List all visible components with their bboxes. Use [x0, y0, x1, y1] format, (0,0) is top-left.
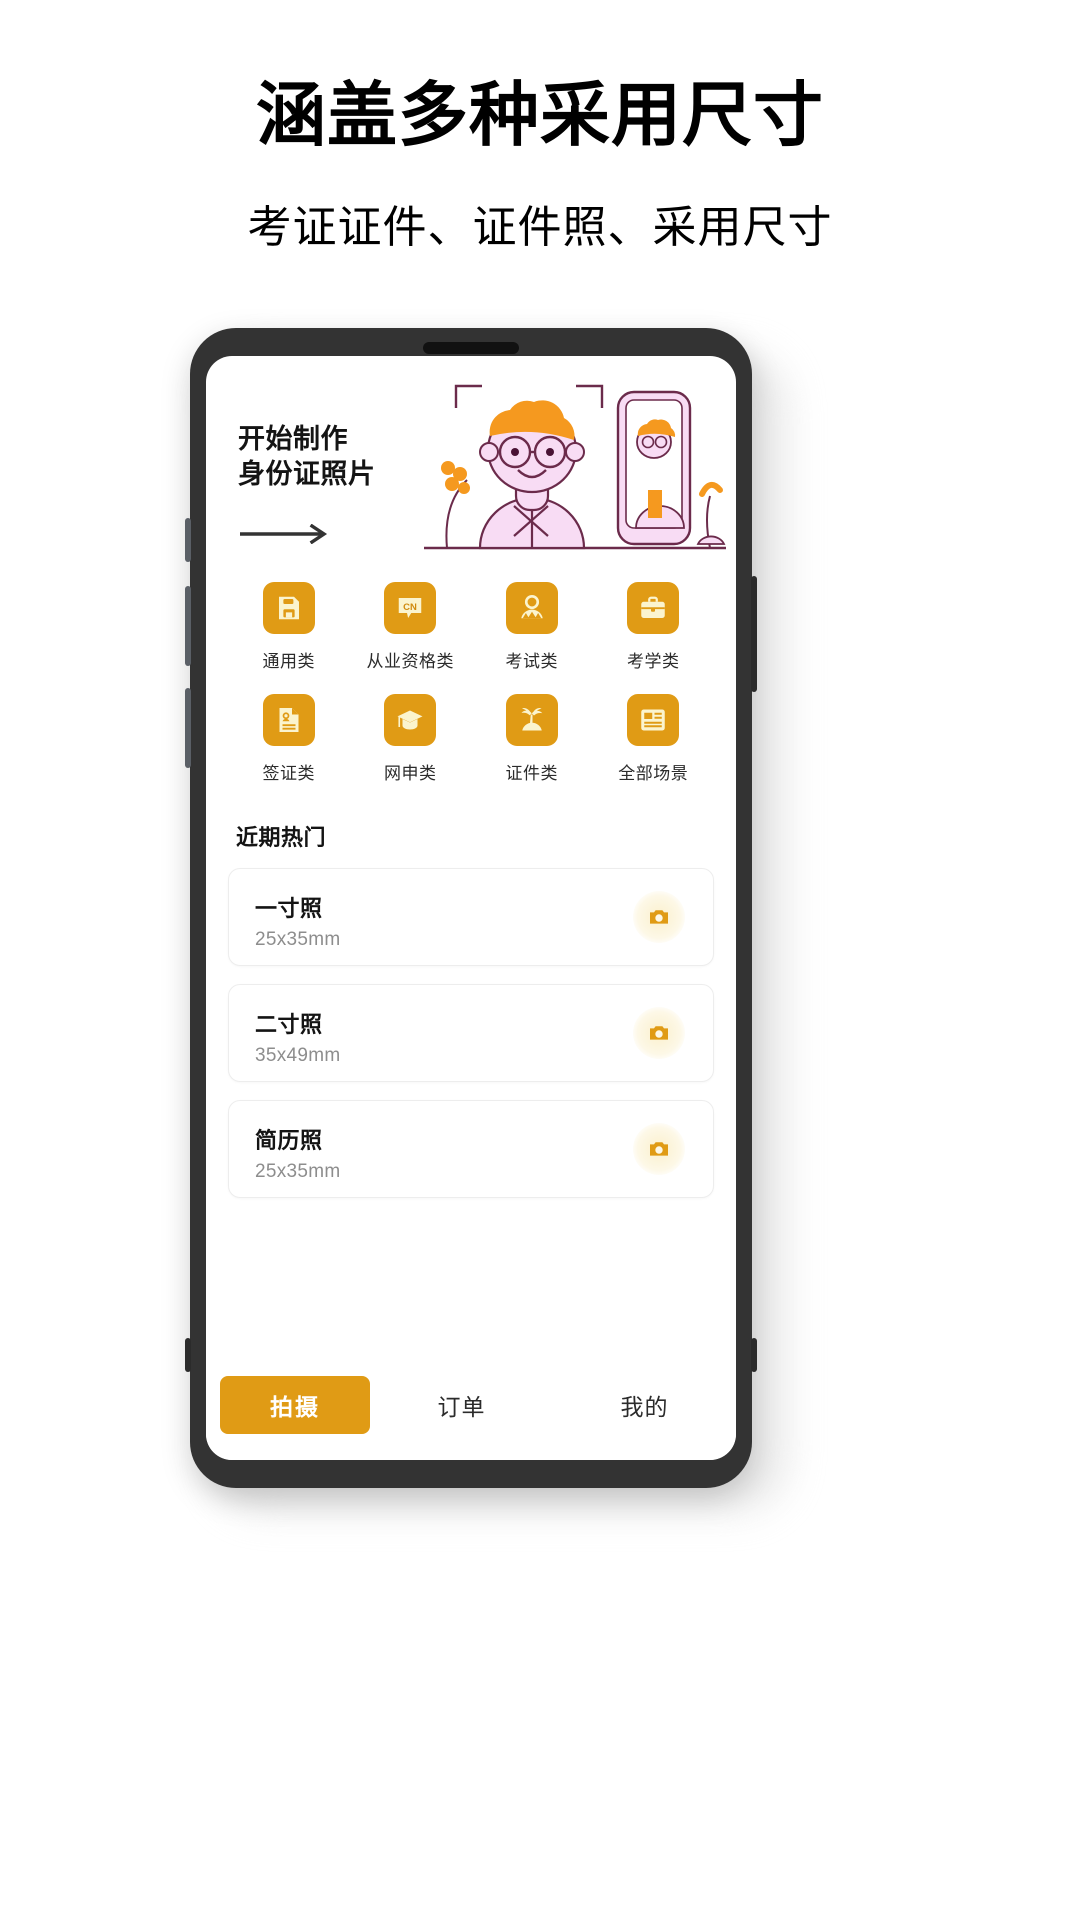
banner-heading-line1: 开始制作 [238, 424, 348, 454]
item-size: 25x35mm [255, 929, 341, 950]
bottom-navigation: 拍摄 订单 我的 [206, 1350, 736, 1460]
phone-mockup: 开始制作 身份证照片 通用类 CN 从业资格类 考试类 考学类 签证类 网申类 … [185, 328, 757, 1488]
category-item-4[interactable]: 签证类 [228, 694, 350, 784]
category-tile: CN [384, 582, 437, 634]
camera-icon [650, 1026, 668, 1040]
category-item-3[interactable]: 考学类 [593, 582, 715, 672]
nav-item-orders[interactable]: 订单 [370, 1388, 553, 1422]
list-item[interactable]: 简历照 25x35mm [228, 1100, 714, 1198]
phone-power-button [751, 576, 757, 692]
category-label: 考学类 [627, 652, 680, 671]
camera-button[interactable] [633, 1123, 685, 1175]
banner-heading-line2: 身份证照片 [238, 458, 376, 489]
category-tile [505, 694, 558, 746]
phone-button-left-low [185, 1338, 191, 1372]
phone-button-top [185, 518, 191, 562]
item-size: 35x49mm [255, 1045, 341, 1066]
promo-page: 涵盖多种采用尺寸 考证证件、证件照、采用尺寸 开始制作 身份证照片 通用类 CN… [0, 0, 1080, 1920]
grid-layout-icon [641, 709, 665, 731]
category-tile [384, 694, 437, 746]
category-item-1[interactable]: CN 从业资格类 [350, 582, 472, 672]
graduation-cap-icon [397, 710, 423, 730]
camera-icon [650, 1142, 668, 1156]
category-item-0[interactable]: 通用类 [228, 582, 350, 672]
category-item-6[interactable]: 证件类 [471, 694, 593, 784]
nav-item-capture[interactable]: 拍摄 [220, 1376, 370, 1434]
cn-speech-bubble-icon: CN [399, 598, 422, 618]
arrow-right-icon [240, 524, 328, 544]
list-item[interactable]: 一寸照 25x35mm [228, 868, 714, 966]
banner-heading: 开始制作 身份证照片 [238, 422, 376, 491]
phone-volume-down-button [185, 688, 191, 768]
camera-button[interactable] [633, 891, 685, 943]
phone-screen: 开始制作 身份证照片 通用类 CN 从业资格类 考试类 考学类 签证类 网申类 … [206, 356, 736, 1460]
category-tile [627, 694, 680, 746]
category-grid: 通用类 CN 从业资格类 考试类 考学类 签证类 网申类 证件类 全部场景 [228, 582, 714, 784]
palm-tree-icon [521, 707, 542, 731]
id-document-icon [279, 708, 299, 732]
category-label: 网申类 [384, 764, 437, 783]
hero-banner[interactable]: 开始制作 身份证照片 [206, 356, 736, 568]
page-title: 涵盖多种采用尺寸 [256, 76, 824, 154]
category-tile [262, 582, 315, 634]
briefcase-icon [641, 596, 665, 618]
floppy-disk-icon [278, 596, 299, 620]
category-item-2[interactable]: 考试类 [471, 582, 593, 672]
camera-icon [650, 910, 668, 924]
category-item-5[interactable]: 网申类 [350, 694, 472, 784]
category-item-7[interactable]: 全部场景 [593, 694, 715, 784]
svg-text:CN: CN [403, 602, 417, 613]
nav-item-profile[interactable]: 我的 [553, 1388, 736, 1422]
category-tile [262, 694, 315, 746]
item-size: 25x35mm [255, 1161, 341, 1182]
phone-button-right-low [751, 1338, 757, 1372]
category-label: 通用类 [262, 652, 315, 671]
phone-volume-up-button [185, 586, 191, 666]
category-label: 从业资格类 [366, 652, 454, 671]
category-tile [505, 582, 558, 634]
section-title: 近期热门 [236, 825, 327, 850]
phone-speaker [423, 342, 519, 354]
category-label: 证件类 [505, 764, 558, 783]
item-title: 简历照 [255, 1128, 323, 1153]
item-title: 一寸照 [255, 896, 323, 921]
id-photo-illustration [424, 384, 726, 550]
page-subtitle: 考证证件、证件照、采用尺寸 [247, 203, 833, 252]
category-label: 签证类 [262, 764, 315, 783]
item-title: 二寸照 [255, 1012, 323, 1037]
category-tile [627, 582, 680, 634]
camera-button[interactable] [633, 1007, 685, 1059]
person-icon [521, 594, 543, 619]
category-label: 考试类 [505, 652, 558, 671]
category-label: 全部场景 [618, 764, 689, 783]
list-item[interactable]: 二寸照 35x49mm [228, 984, 714, 1082]
hot-items-list: 一寸照 25x35mm 二寸照 35x49mm 简历照 25x35mm [228, 868, 714, 1198]
